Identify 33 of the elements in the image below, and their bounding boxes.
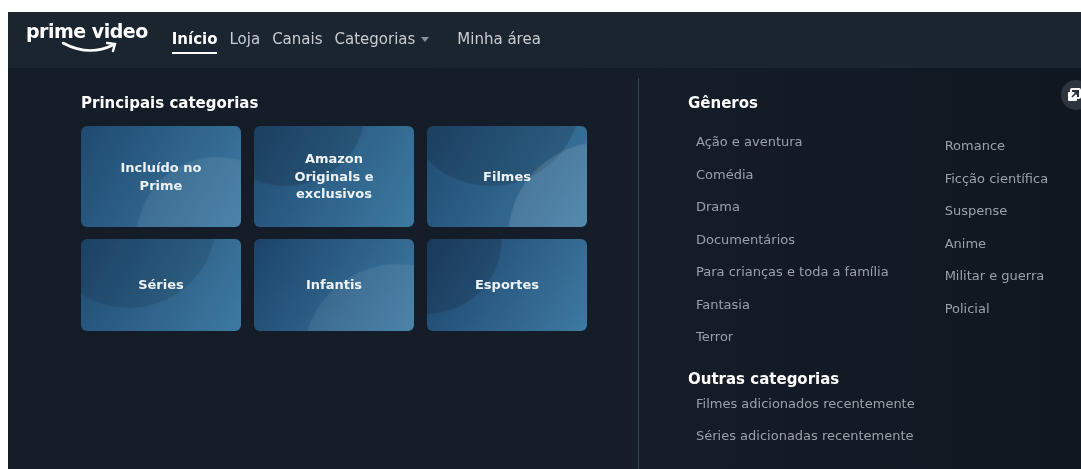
- nav-tab[interactable]: Canais: [272, 26, 323, 54]
- genre-link[interactable]: Policial: [936, 292, 1049, 325]
- nav-tab[interactable]: Minha área: [457, 26, 541, 54]
- category-link[interactable]: Séries adicionadas recentemente: [688, 420, 1049, 453]
- genre-link[interactable]: Para crianças e toda a família: [688, 256, 889, 289]
- nav-tab[interactable]: Categorias: [334, 26, 430, 54]
- popout-icon: [1067, 88, 1081, 102]
- genre-link[interactable]: Terror: [688, 321, 889, 354]
- genre-link[interactable]: Documentários: [688, 223, 889, 256]
- genre-link[interactable]: Drama: [688, 191, 889, 224]
- section-title: Gêneros: [688, 94, 759, 112]
- nav-tab[interactable]: Início: [171, 26, 218, 54]
- category-tile[interactable]: Infantis: [254, 239, 414, 331]
- category-tile[interactable]: Séries: [81, 239, 241, 331]
- genre-link[interactable]: Anime: [936, 227, 1049, 260]
- section-title: Principais categorias: [81, 94, 260, 112]
- genre-link[interactable]: Romance: [936, 130, 1049, 163]
- genre-link[interactable]: Comédia: [688, 158, 889, 191]
- genre-link[interactable]: Militar e guerra: [936, 260, 1049, 293]
- category-tile[interactable]: Esportes: [427, 239, 587, 331]
- category-tile[interactable]: Incluído no Prime: [81, 126, 241, 227]
- genre-link[interactable]: Fantasia: [688, 288, 889, 321]
- genre-link[interactable]: Ação e aventura: [688, 126, 889, 159]
- category-tile[interactable]: Filmes: [427, 126, 587, 227]
- category-link[interactable]: Filmes adicionados recentemente: [688, 387, 1049, 420]
- section-title: Outras categorias: [688, 369, 841, 388]
- genre-link[interactable]: Ficção científica: [936, 162, 1049, 195]
- caret-icon: [421, 36, 430, 42]
- genre-link[interactable]: Suspense: [936, 195, 1049, 228]
- smile-arrow-icon: [60, 41, 119, 54]
- category-tile[interactable]: Amazon Originals e exclusivos: [254, 126, 414, 227]
- logo-text: prime video: [26, 20, 148, 42]
- nav-tab[interactable]: Loja: [229, 26, 261, 54]
